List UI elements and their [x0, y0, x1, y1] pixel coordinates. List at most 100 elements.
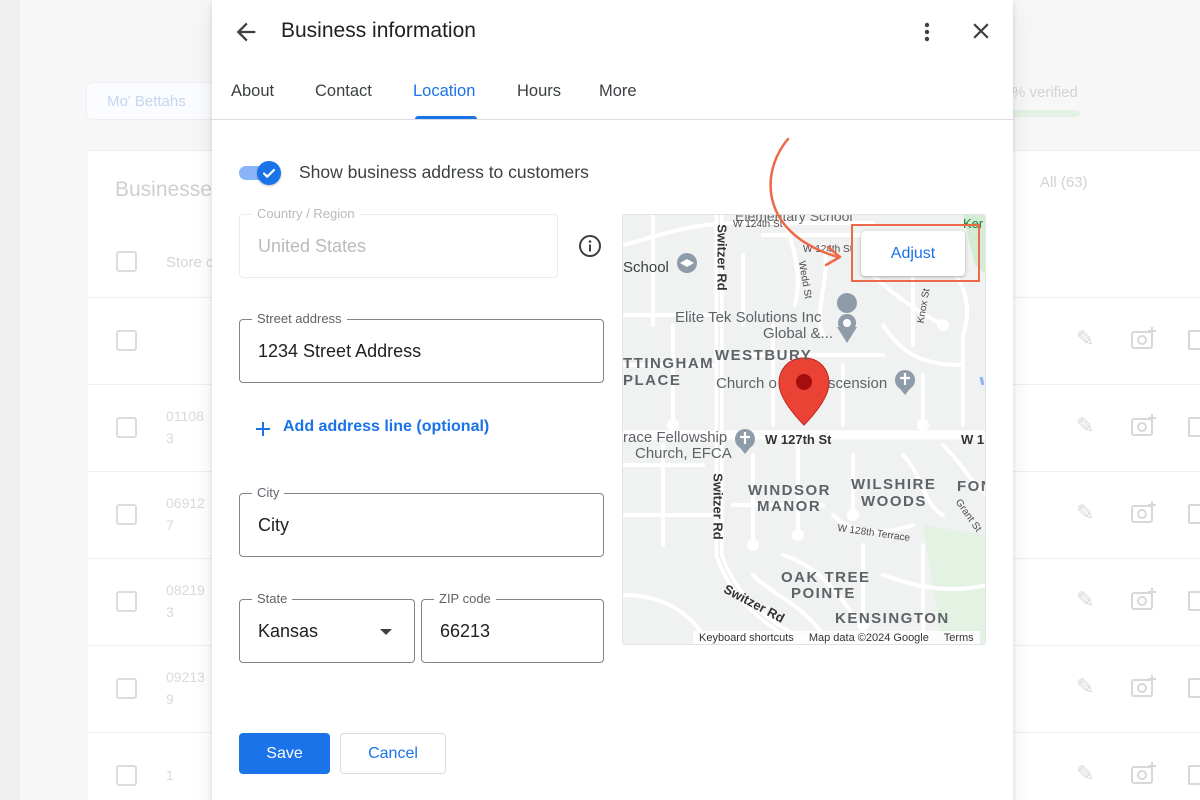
- store-code: 06912 7: [166, 495, 205, 533]
- edit-pencil-icon[interactable]: ✎: [1076, 413, 1094, 439]
- document-icon[interactable]: [1188, 417, 1200, 437]
- verified-progress-bar: [1012, 110, 1080, 117]
- store-code-column-header: Store c: [166, 254, 214, 271]
- row-checkbox[interactable]: [116, 417, 137, 438]
- back-arrow-icon[interactable]: [232, 18, 260, 46]
- map-data-attribution: Map data ©2024 Google: [808, 632, 929, 644]
- add-photo-icon[interactable]: [1130, 326, 1158, 352]
- country-region-label: Country / Region: [252, 206, 360, 222]
- all-count-tab[interactable]: All (63): [1040, 174, 1088, 191]
- keyboard-shortcuts-link[interactable]: Keyboard shortcuts: [699, 632, 794, 644]
- map-label: MANOR: [757, 498, 822, 515]
- dropdown-arrow-icon: [380, 629, 392, 635]
- map-label: PLACE: [623, 372, 682, 389]
- row-checkbox[interactable]: [116, 330, 137, 351]
- city-label: City: [252, 485, 285, 501]
- state-select[interactable]: State Kansas: [239, 591, 415, 663]
- map-label: W 127th St: [765, 432, 832, 447]
- add-address-line-link[interactable]: Add address line (optional): [283, 418, 489, 436]
- row-checkbox[interactable]: [116, 591, 137, 612]
- map-label: OAK TREE: [781, 569, 871, 586]
- map-label: WINDSOR: [748, 482, 831, 499]
- tab-hours[interactable]: Hours: [517, 82, 561, 101]
- map-label: scension: [828, 375, 888, 392]
- map-label: Switzer Rd: [714, 224, 730, 291]
- tab-contact[interactable]: Contact: [315, 82, 372, 101]
- document-icon[interactable]: [1188, 678, 1200, 698]
- dialog-title: Business information: [281, 19, 476, 42]
- location-pin-icon[interactable]: [778, 357, 830, 426]
- map-label: race Fellowship: [623, 429, 728, 446]
- store-code: 09213 9: [166, 669, 205, 707]
- map-attribution: Keyboard shortcuts Map data ©2024 Google…: [693, 631, 980, 644]
- add-photo-icon[interactable]: [1130, 500, 1158, 526]
- active-tab-indicator: [415, 116, 477, 119]
- street-address-value: 1234 Street Address: [258, 341, 422, 361]
- business-information-dialog: Business information About Contact Locat…: [212, 0, 1013, 800]
- map-label: School: [623, 259, 669, 276]
- annotation-arrow-icon: [769, 137, 842, 267]
- document-icon[interactable]: [1188, 330, 1200, 350]
- annotation-highlight-box: [851, 224, 980, 282]
- city-field[interactable]: City City: [239, 485, 604, 557]
- country-region-value: United States: [258, 236, 367, 256]
- document-icon[interactable]: [1188, 765, 1200, 785]
- map-label: WESTBURY: [715, 347, 813, 364]
- store-code: 01108 3: [166, 408, 204, 446]
- document-icon[interactable]: [1188, 591, 1200, 611]
- country-region-field: Country / Region United States: [239, 206, 558, 278]
- left-nav-strip: [0, 0, 20, 800]
- business-chip[interactable]: Mo' Bettahs: [86, 82, 216, 120]
- dialog-header: Business information About Contact Locat…: [212, 0, 1013, 120]
- zip-code-field[interactable]: ZIP code 66213: [421, 591, 604, 663]
- zip-code-value: 66213: [440, 621, 491, 641]
- show-address-toggle[interactable]: [239, 160, 283, 186]
- row-checkbox[interactable]: [116, 765, 137, 786]
- edit-pencil-icon[interactable]: ✎: [1076, 500, 1094, 526]
- store-code: 1: [166, 767, 174, 783]
- edit-pencil-icon[interactable]: ✎: [1076, 326, 1094, 352]
- businesses-heading: Businesses: [115, 178, 223, 201]
- edit-pencil-icon[interactable]: ✎: [1076, 761, 1094, 787]
- close-icon[interactable]: [968, 18, 994, 44]
- map-label: WOODS: [861, 493, 927, 510]
- city-value: City: [258, 515, 289, 535]
- state-label: State: [252, 591, 293, 607]
- info-icon[interactable]: [578, 234, 602, 258]
- select-all-checkbox[interactable]: [116, 251, 137, 272]
- add-photo-icon[interactable]: [1130, 413, 1158, 439]
- map-label: KENSINGTON: [835, 610, 950, 627]
- street-address-label: Street address: [252, 311, 347, 327]
- row-checkbox[interactable]: [116, 504, 137, 525]
- more-vert-icon[interactable]: [915, 20, 939, 44]
- document-icon[interactable]: [1188, 504, 1200, 524]
- plus-icon[interactable]: [254, 420, 272, 438]
- toggle-knob: [257, 161, 281, 185]
- map-label: Church o: [716, 375, 777, 392]
- map-label: W 1: [961, 432, 985, 447]
- map-label: WILSHIRE: [851, 476, 937, 493]
- cancel-button[interactable]: Cancel: [340, 733, 446, 774]
- map-label: TTINGHAM: [623, 355, 715, 372]
- store-code: 08219 3: [166, 582, 205, 620]
- state-value: Kansas: [258, 621, 319, 641]
- tab-about[interactable]: About: [231, 82, 274, 101]
- map-label: Switzer Rd: [710, 473, 726, 540]
- tab-more[interactable]: More: [599, 82, 637, 101]
- map-label: POINTE: [791, 585, 856, 602]
- street-address-field[interactable]: Street address 1234 Street Address: [239, 311, 604, 383]
- map-label: Global &...: [763, 325, 834, 342]
- tab-location[interactable]: Location: [413, 82, 475, 101]
- save-button[interactable]: Save: [239, 733, 330, 774]
- edit-pencil-icon[interactable]: ✎: [1076, 587, 1094, 613]
- map-label: Elite Tek Solutions Inc: [675, 309, 822, 326]
- row-checkbox[interactable]: [116, 678, 137, 699]
- edit-pencil-icon[interactable]: ✎: [1076, 674, 1094, 700]
- map-label: FON: [957, 478, 985, 495]
- zip-code-label: ZIP code: [434, 591, 496, 607]
- check-icon: [262, 168, 276, 178]
- add-photo-icon[interactable]: [1130, 761, 1158, 787]
- add-photo-icon[interactable]: [1130, 587, 1158, 613]
- add-photo-icon[interactable]: [1130, 674, 1158, 700]
- terms-link[interactable]: Terms: [944, 632, 974, 644]
